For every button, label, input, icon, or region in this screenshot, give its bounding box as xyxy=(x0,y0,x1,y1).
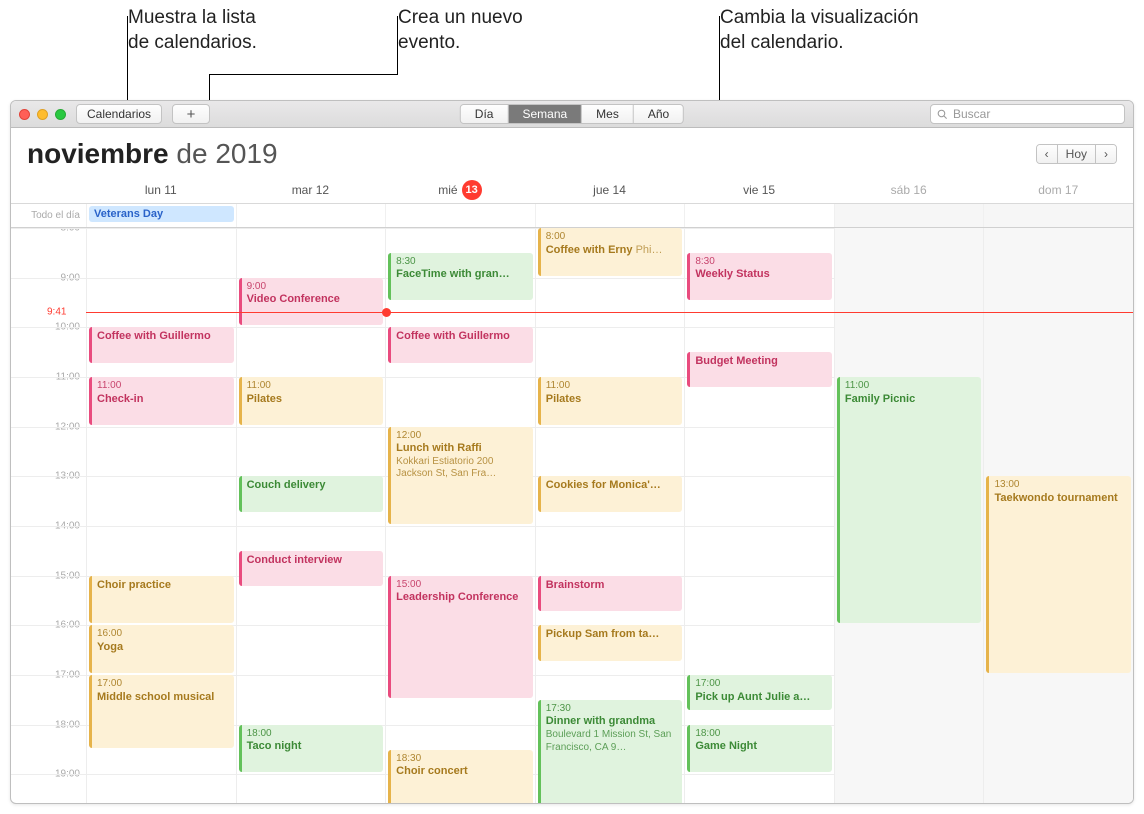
day-column[interactable]: 13:00Taekwondo tournament xyxy=(983,228,1133,804)
annotation-callouts: Muestra la lista de calendarios. Crea un… xyxy=(0,0,1144,95)
calendar-event[interactable]: 12:00Lunch with RaffiKokkari Estiatorio … xyxy=(388,427,533,524)
week-nav: ‹ Hoy › xyxy=(1036,144,1117,164)
day-column[interactable]: 11:00Family Picnic xyxy=(834,228,984,804)
calendar-event[interactable]: 18:00Taco night xyxy=(239,725,384,773)
calendar-window: Calendarios + Día Semana Mes Año Buscar … xyxy=(10,100,1134,804)
calendar-event[interactable]: 15:00Leadership Conference xyxy=(388,576,533,698)
calendar-event[interactable]: 8:30FaceTime with gran… xyxy=(388,253,533,301)
day-headers: lun 11mar 12mié13jue 14vie 15sáb 16dom 1… xyxy=(11,176,1133,204)
allday-cell[interactable] xyxy=(236,204,386,227)
calendar-event[interactable]: 11:00Pilates xyxy=(538,377,683,425)
calendars-button[interactable]: Calendarios xyxy=(76,104,162,124)
window-controls xyxy=(19,109,66,120)
day-column[interactable]: 8:30FaceTime with gran… Coffee with Guill… xyxy=(385,228,535,804)
allday-cell[interactable] xyxy=(983,204,1133,227)
minimize-icon[interactable] xyxy=(37,109,48,120)
search-input[interactable]: Buscar xyxy=(930,104,1125,124)
calendar-event[interactable]: Budget Meeting xyxy=(687,352,832,387)
callout-new-event: Crea un nuevo evento. xyxy=(398,6,523,55)
callout-line xyxy=(719,16,720,111)
allday-cell[interactable]: Veterans Day xyxy=(86,204,236,227)
month-title: noviembre de 2019 xyxy=(27,138,278,170)
calendar-event[interactable]: 8:30Weekly Status xyxy=(687,253,832,301)
day-column[interactable]: 8:00Coffee with Erny Phi… 11:00Pilates Coo… xyxy=(535,228,685,804)
view-week[interactable]: Semana xyxy=(508,105,582,123)
day-header: dom 17 xyxy=(983,176,1133,203)
calendar-event[interactable]: Coffee with Guillermo xyxy=(89,327,234,362)
day-header: jue 14 xyxy=(535,176,685,203)
allday-cell[interactable] xyxy=(684,204,834,227)
time-gutter: 8:009:0010:0011:0012:0013:0014:0015:0016… xyxy=(11,228,86,804)
allday-row: Todo el día Veterans Day xyxy=(11,204,1133,228)
calendar-event[interactable]: Pickup Sam from ta… xyxy=(538,625,683,660)
allday-cell[interactable] xyxy=(535,204,685,227)
calendar-event[interactable]: 11:00Family Picnic xyxy=(837,377,982,623)
calendar-event[interactable]: Conduct interview xyxy=(239,551,384,586)
day-header: mar 12 xyxy=(236,176,386,203)
current-time-label: 9:41 xyxy=(47,306,66,317)
current-time-line xyxy=(86,312,1133,313)
next-week-button[interactable]: › xyxy=(1096,145,1116,163)
view-month[interactable]: Mes xyxy=(582,105,634,123)
day-column[interactable]: Coffee with Guillermo 11:00Check-in Choir … xyxy=(86,228,236,804)
day-column[interactable]: 8:30Weekly Status Budget Meeting 17:00Pick… xyxy=(684,228,834,804)
day-column[interactable]: 9:00Video Conference 11:00Pilates Couch de… xyxy=(236,228,386,804)
calendar-event[interactable]: 13:00Taekwondo tournament xyxy=(986,476,1131,673)
calendar-event[interactable]: Choir practice xyxy=(89,576,234,624)
today-button[interactable]: Hoy xyxy=(1058,145,1096,163)
callout-line xyxy=(397,74,398,75)
calendar-event[interactable]: Coffee with Guillermo xyxy=(388,327,533,362)
day-header: lun 11 xyxy=(86,176,236,203)
calendar-event[interactable]: 17:00Pick up Aunt Julie a… xyxy=(687,675,832,710)
view-segmented-control: Día Semana Mes Año xyxy=(460,104,684,124)
callout-change-view: Cambia la visualización del calendario. xyxy=(720,6,919,55)
calendar-event[interactable]: Cookies for Monica'… xyxy=(538,476,683,511)
callout-line xyxy=(209,74,397,75)
calendar-event[interactable]: 18:30Choir concert xyxy=(388,750,533,805)
close-icon[interactable] xyxy=(19,109,30,120)
callout-line xyxy=(127,16,128,111)
calendar-event[interactable]: 17:00Middle school musical xyxy=(89,675,234,748)
day-header: mié13 xyxy=(385,176,535,203)
calendar-event[interactable]: 17:30Dinner with grandmaBoulevard 1 Miss… xyxy=(538,700,683,804)
prev-week-button[interactable]: ‹ xyxy=(1037,145,1058,163)
new-event-button[interactable]: + xyxy=(172,104,210,124)
allday-cell[interactable] xyxy=(385,204,535,227)
today-indicator: 13 xyxy=(462,180,482,200)
callout-calendars: Muestra la lista de calendarios. xyxy=(128,6,257,55)
view-day[interactable]: Día xyxy=(461,105,509,123)
allday-event[interactable]: Veterans Day xyxy=(89,206,234,222)
calendar-event[interactable]: 8:00Coffee with Erny Phi… xyxy=(538,228,683,276)
day-header: sáb 16 xyxy=(834,176,984,203)
calendar-event[interactable]: 9:00Video Conference xyxy=(239,278,384,326)
maximize-icon[interactable] xyxy=(55,109,66,120)
search-placeholder: Buscar xyxy=(953,107,990,121)
calendar-header: noviembre de 2019 ‹ Hoy › xyxy=(11,128,1133,176)
week-grid[interactable]: 8:009:0010:0011:0012:0013:0014:0015:0016… xyxy=(11,228,1133,804)
calendar-event[interactable]: Brainstorm xyxy=(538,576,683,611)
calendar-event[interactable]: 18:00Game Night xyxy=(687,725,832,773)
window-titlebar: Calendarios + Día Semana Mes Año Buscar xyxy=(11,101,1133,128)
calendar-event[interactable]: Couch delivery xyxy=(239,476,384,511)
allday-label: Todo el día xyxy=(11,204,86,227)
callout-line xyxy=(397,16,398,74)
view-year[interactable]: Año xyxy=(634,105,683,123)
day-header: vie 15 xyxy=(684,176,834,203)
calendar-event[interactable]: 16:00Yoga xyxy=(89,625,234,673)
search-icon xyxy=(937,109,948,120)
calendar-event[interactable]: 11:00Pilates xyxy=(239,377,384,425)
calendar-event[interactable]: 11:00Check-in xyxy=(89,377,234,425)
allday-cell[interactable] xyxy=(834,204,984,227)
